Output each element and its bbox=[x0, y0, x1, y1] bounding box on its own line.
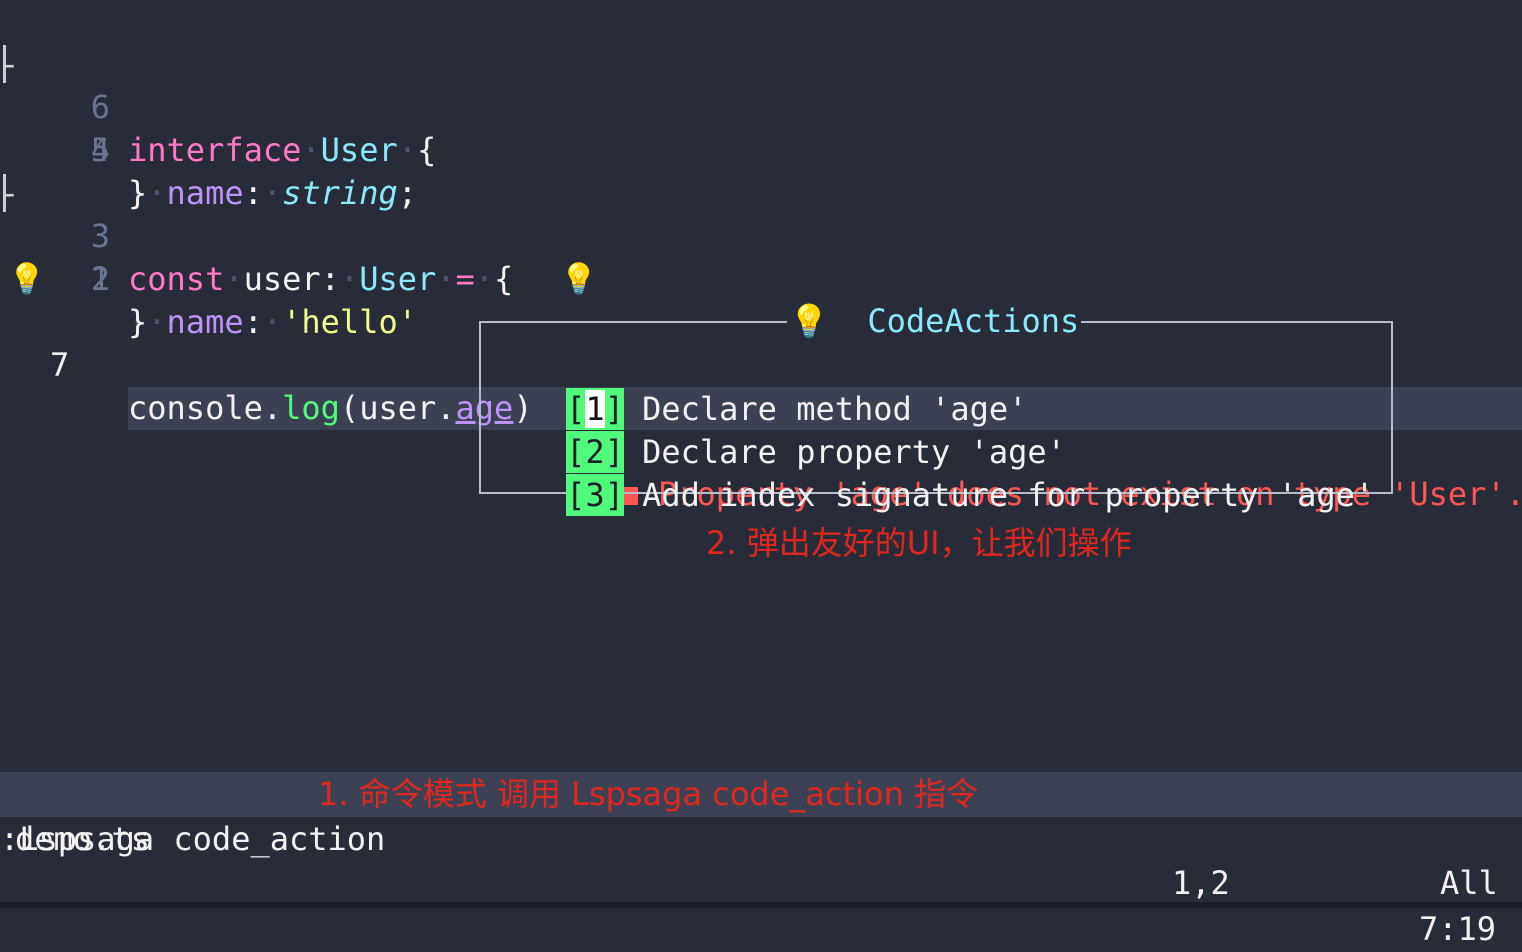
window-bottom-edge bbox=[0, 902, 1522, 908]
git-sign bbox=[3, 45, 6, 83]
popup-annotation: 2. 弹出友好的UI，让我们操作 bbox=[706, 524, 1132, 562]
code-line[interactable]: 5 ··name:·string; bbox=[0, 43, 1522, 212]
popup-title: 💡 CodeActions bbox=[787, 301, 1082, 341]
code-line[interactable]: - 6 interface·User·{ bbox=[0, 0, 1522, 169]
code-line[interactable]: 2 ··name:·'hello' bbox=[0, 172, 1522, 341]
code-action-item[interactable]: [2] Declare property 'age' bbox=[489, 388, 1066, 473]
lightbulb-icon: 💡 bbox=[789, 302, 829, 340]
code-line[interactable]: - 3 const·user:·User·=·{ bbox=[0, 129, 1522, 298]
command-line[interactable]: :Lspsaga code_action bbox=[0, 818, 385, 860]
code-line[interactable]: 4 } bbox=[0, 86, 1522, 212]
code-text: } bbox=[128, 303, 148, 341]
code-action-item[interactable]: [3] Add index signature for property 'age… bbox=[489, 431, 1374, 516]
git-sign bbox=[3, 174, 6, 212]
code-actions-popup[interactable]: 💡 CodeActions [1] Declare method 'age' [2… bbox=[479, 301, 1393, 516]
current-code-line[interactable]: 💡 7 console.log(user.age) 💡 Property 'ag… bbox=[0, 258, 1522, 513]
status-position: 7:19 bbox=[1418, 910, 1496, 948]
code-text: ··name:·'hello' bbox=[128, 303, 417, 341]
code-action-item[interactable]: [1] Declare method 'age' bbox=[489, 345, 1027, 430]
lightbulb-icon[interactable]: 💡 bbox=[560, 258, 597, 301]
action-index[interactable]: [3] bbox=[566, 474, 625, 516]
action-label[interactable]: Add index signature for property 'age' bbox=[642, 476, 1374, 514]
ruler-scroll: All bbox=[1440, 864, 1498, 902]
current-line-number: 7 bbox=[50, 346, 70, 384]
command-annotation: 1. 命令模式 调用 Lspsaga code_action 指令 bbox=[318, 775, 979, 813]
code-line[interactable]: 1 } bbox=[0, 215, 1522, 341]
ruler-cursor: 1,2 bbox=[1172, 864, 1230, 902]
lightbulb-icon[interactable]: 💡 bbox=[8, 258, 45, 301]
status-bar: demo.ts 1. 命令模式 调用 Lspsaga code_action 指… bbox=[0, 772, 1522, 948]
